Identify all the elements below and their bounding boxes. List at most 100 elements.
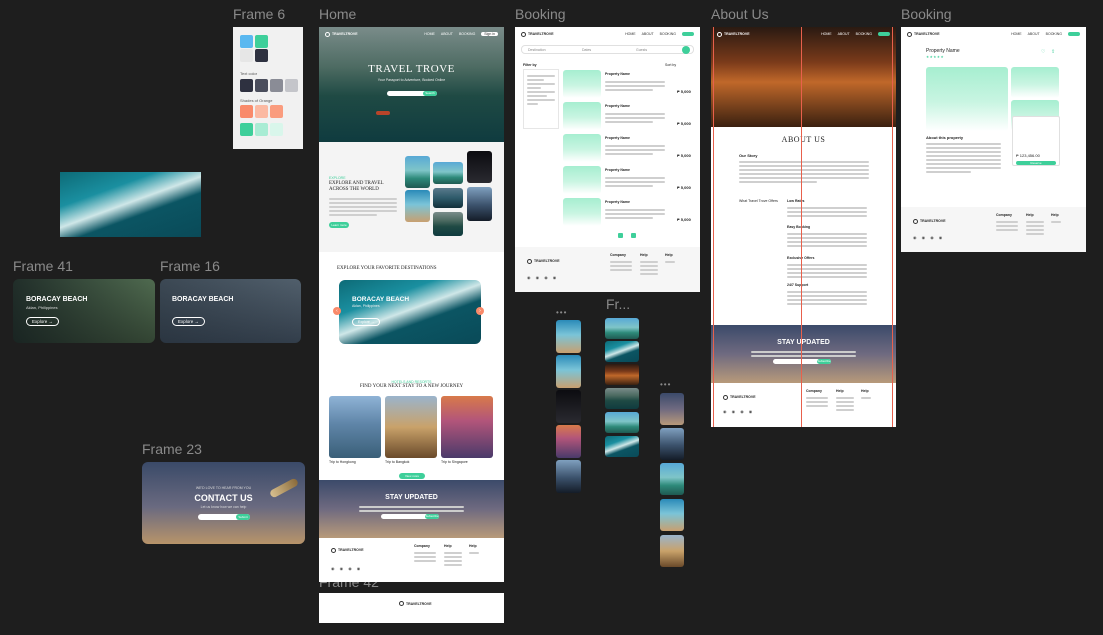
nav-booking[interactable]: BOOKING (1046, 32, 1062, 36)
asset-image[interactable] (605, 364, 639, 385)
asset-image[interactable] (605, 341, 639, 362)
listing-image[interactable] (563, 198, 601, 226)
nav-booking[interactable]: BOOKING (660, 32, 676, 36)
explore-cta-button[interactable]: Learn more (329, 222, 349, 228)
property-main-image[interactable] (926, 67, 1008, 131)
footer-social-icons[interactable]: ◉ ◉ ◉ ◉ (723, 409, 754, 414)
property-frame[interactable]: TRAVELTROVE HOME ABOUT BOOKING Property … (901, 27, 1086, 252)
frame-label-frame41[interactable]: Frame 41 (13, 258, 73, 274)
asset-image[interactable] (605, 436, 639, 457)
asset-image[interactable] (605, 318, 639, 339)
home-frame[interactable]: TRAVELTROVE HOME ABOUT BOOKING Sign in T… (319, 27, 504, 582)
booking-frame[interactable]: TRAVELTROVE HOME ABOUT BOOKING Destinati… (515, 27, 700, 292)
footer-social-icons[interactable]: ◉ ◉ ◉ ◉ (913, 235, 944, 240)
footer-social-icons[interactable]: ◉ ◉ ◉ ◉ (527, 275, 558, 280)
asset-image[interactable] (605, 412, 639, 433)
contact-submit-button[interactable]: Submit (236, 514, 250, 520)
frame-label-frame6[interactable]: Frame 6 (233, 6, 285, 22)
pagination-page[interactable] (631, 233, 636, 238)
nav-about[interactable]: ABOUT (838, 32, 850, 36)
brand-logo[interactable]: TRAVELTROVE (528, 32, 554, 36)
pagination-page[interactable] (618, 233, 623, 238)
brand-logo[interactable]: TRAVELTROVE (914, 32, 940, 36)
asset-image[interactable] (556, 355, 581, 388)
listing-title[interactable]: Property Name (605, 72, 630, 76)
filter-panel[interactable] (523, 69, 559, 129)
footer-social-icons[interactable]: ◉ ◉ ◉ ◉ (331, 566, 362, 571)
frame42[interactable]: TRAVELTROVE (319, 593, 504, 623)
nav-home[interactable]: HOME (424, 32, 435, 36)
listing-image[interactable] (563, 166, 601, 194)
newsletter-subscribe-button[interactable]: Subscribe (817, 359, 831, 364)
nav-cta-button[interactable] (1068, 32, 1080, 36)
nav-booking[interactable]: BOOKING (459, 32, 475, 36)
nav-home[interactable]: HOME (1011, 32, 1022, 36)
stays-view-more-button[interactable]: View more (399, 473, 425, 479)
frame-label-booking[interactable]: Booking (515, 6, 566, 22)
carousel-prev-button[interactable]: ‹ (333, 307, 341, 315)
beach-card-frame41[interactable]: BORACAY BEACH Aklan, Philippines Explore… (13, 279, 155, 343)
asset-image[interactable] (660, 463, 684, 495)
frame-label-home[interactable]: Home (319, 6, 356, 22)
nav-signin-button[interactable]: Sign in (481, 32, 498, 36)
asset-image[interactable] (556, 390, 581, 423)
listing-image[interactable] (563, 70, 601, 98)
contact-frame[interactable]: WE'D LOVE TO HEAR FROM YOU CONTACT US Le… (142, 462, 305, 544)
nav-about[interactable]: ABOUT (642, 32, 654, 36)
nav-booking[interactable]: BOOKING (856, 32, 872, 36)
booking-search-bar[interactable]: Destination Dates Guests (521, 45, 694, 54)
search-destination[interactable]: Destination (528, 48, 582, 52)
nav-home[interactable]: HOME (821, 32, 832, 36)
listing-title[interactable]: Property Name (605, 200, 630, 204)
newsletter-input[interactable]: Subscribe (381, 514, 439, 519)
asset-image[interactable] (660, 499, 684, 531)
asset-image[interactable] (605, 388, 639, 409)
listing-title[interactable]: Property Name (605, 136, 630, 140)
asset-image[interactable] (660, 393, 684, 425)
nav-cta-button[interactable] (682, 32, 694, 36)
hero-search-input[interactable]: Search (387, 91, 437, 96)
listing-image[interactable] (563, 102, 601, 130)
brand-logo[interactable]: TRAVELTROVE (332, 32, 358, 36)
property-side-image[interactable] (1011, 67, 1059, 98)
asset-image[interactable] (556, 320, 581, 353)
nav-cta-button[interactable] (878, 32, 890, 36)
asset-image[interactable] (660, 535, 684, 567)
frame-label-frame23[interactable]: Frame 23 (142, 441, 202, 457)
nav-about[interactable]: ABOUT (1028, 32, 1040, 36)
frame-label-about[interactable]: About Us (711, 6, 769, 22)
search-icon[interactable] (682, 45, 690, 54)
about-frame[interactable]: TRAVELTROVE HOME ABOUT BOOKING ABOUT US … (711, 27, 896, 427)
asset-image[interactable] (556, 425, 581, 458)
frame-label-fr[interactable]: Fr... (606, 296, 630, 312)
style-guide-frame[interactable]: Text color Shades of Orange (233, 27, 303, 149)
sort-label[interactable]: Sort by (665, 63, 676, 67)
listing-title[interactable]: Property Name (605, 104, 630, 108)
destination-explore-button[interactable]: Explore → (352, 318, 381, 326)
brand-logo[interactable]: TRAVELTROVE (724, 32, 750, 36)
search-dates[interactable]: Dates (582, 48, 636, 52)
stay-photo-hongkong[interactable] (329, 396, 381, 458)
destination-card[interactable]: BORACAY BEACH Aklan, Philippines Explore… (339, 280, 481, 344)
contact-input[interactable]: Submit (198, 514, 250, 520)
nav-about[interactable]: ABOUT (441, 32, 453, 36)
stay-photo-singapore[interactable] (441, 396, 493, 458)
heart-icon[interactable]: ♡ (1041, 49, 1045, 55)
beach-card-frame16[interactable]: BORACAY BEACH Explore → (160, 279, 301, 343)
asset-image[interactable] (660, 428, 684, 460)
listing-image[interactable] (563, 134, 601, 162)
newsletter-subscribe-button[interactable]: Subscribe (425, 514, 439, 519)
nav-home[interactable]: HOME (625, 32, 636, 36)
stay-photo-bangkok[interactable] (385, 396, 437, 458)
frame-label-booking-2[interactable]: Booking (901, 6, 952, 22)
asset-image[interactable] (556, 460, 581, 493)
listing-title[interactable]: Property Name (605, 168, 630, 172)
frame-label-frame16[interactable]: Frame 16 (160, 258, 220, 274)
aerial-beach-image[interactable] (60, 172, 201, 237)
reserve-button[interactable]: Reserve (1016, 161, 1056, 165)
newsletter-input[interactable]: Subscribe (773, 359, 831, 364)
share-icon[interactable]: ⇪ (1051, 49, 1055, 55)
hero-search-button[interactable]: Search (423, 91, 437, 96)
search-guests[interactable]: Guests (636, 48, 682, 52)
carousel-next-button[interactable]: › (476, 307, 484, 315)
